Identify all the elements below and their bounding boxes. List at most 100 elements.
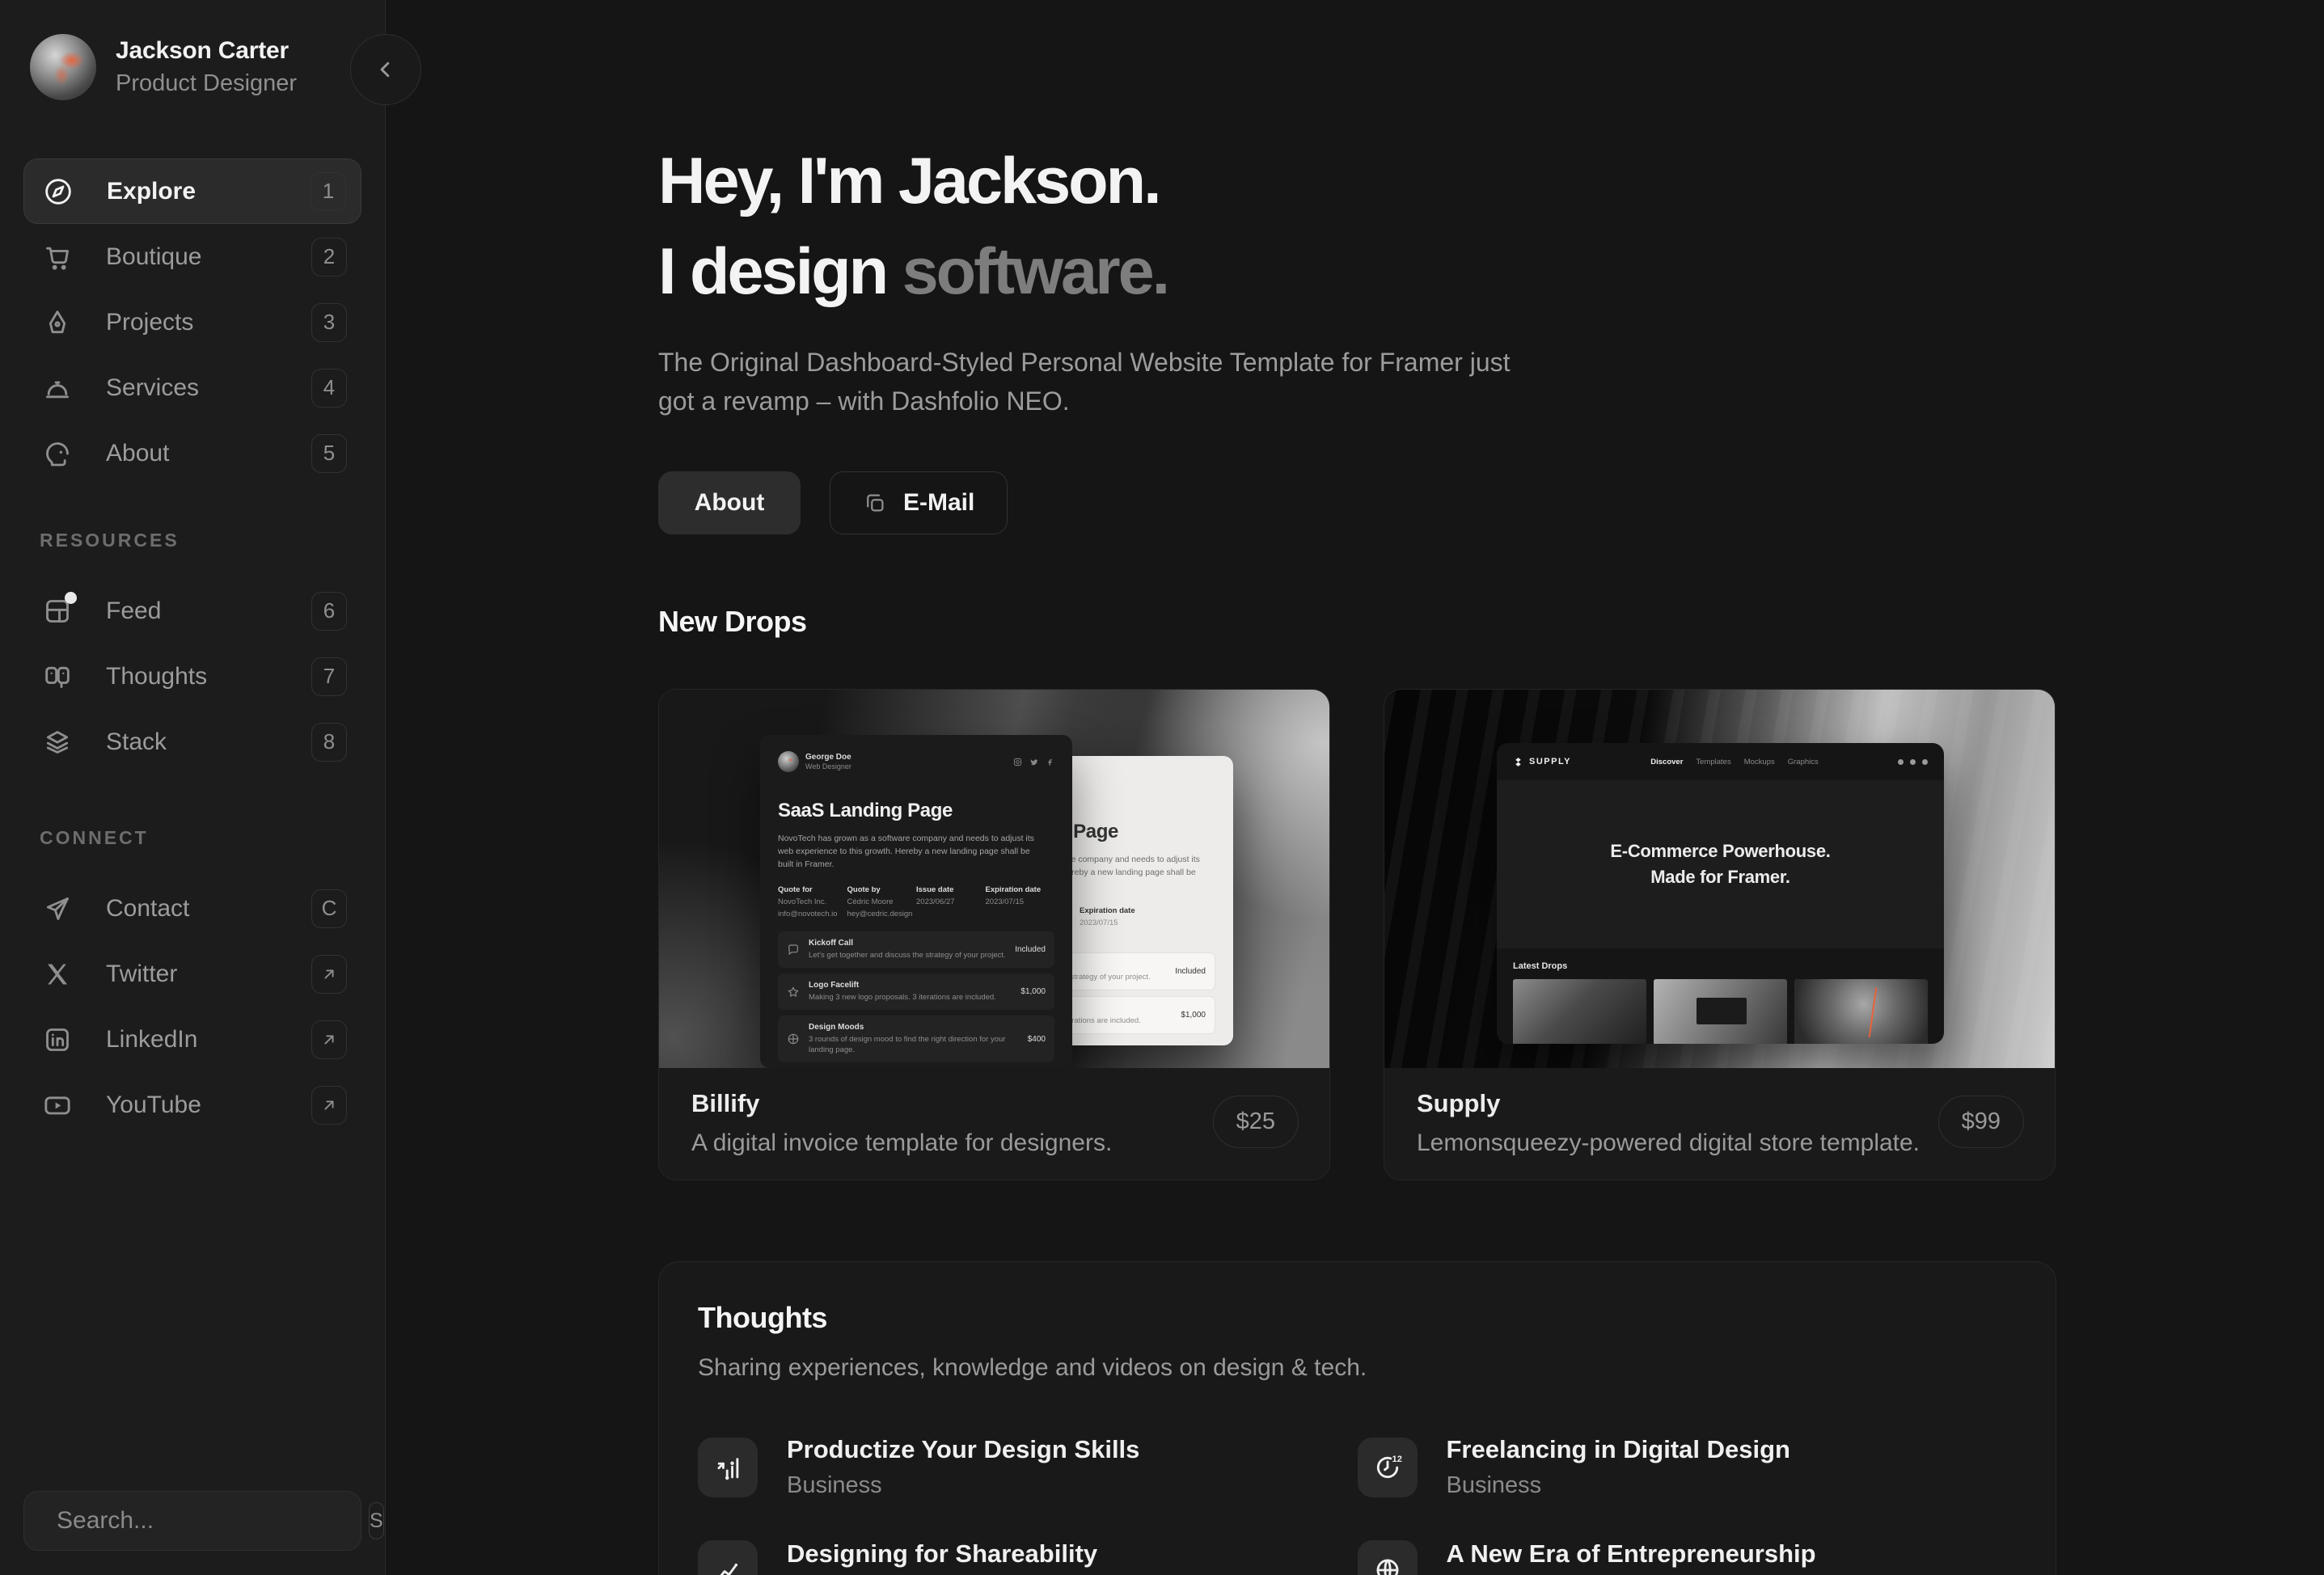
- supply-thumbnails: [1497, 979, 1944, 1044]
- resources-nav: Feed 6 Thoughts 7 Stack 8: [23, 578, 361, 775]
- bell-icon: [41, 372, 74, 404]
- invoice-title: SaaS Landing Page: [778, 800, 953, 821]
- pen-nib-icon: [41, 306, 74, 339]
- email-button[interactable]: E-Mail: [830, 471, 1008, 534]
- svg-text:12: 12: [1392, 1454, 1401, 1463]
- profile-name: Jackson Carter: [116, 37, 289, 64]
- clock-12-icon: 12: [1357, 1437, 1418, 1497]
- x-icon: [41, 958, 74, 990]
- billify-card-footer: Billify A digital invoice template for d…: [659, 1068, 1329, 1180]
- connect-nav: Contact C Twitter LinkedIn YouTube: [23, 876, 361, 1138]
- thought-title: Designing for Shareability: [787, 1539, 1098, 1568]
- product-description: A digital invoice template for designers…: [691, 1130, 1113, 1156]
- face-icon: [41, 437, 74, 470]
- sidebar-item-boutique[interactable]: Boutique 2: [23, 224, 361, 289]
- compass-icon: [42, 175, 74, 208]
- sidebar: Jackson Carter Product Designer Explore …: [0, 0, 386, 1575]
- send-icon: [41, 893, 74, 925]
- shortcut-badge: 6: [311, 591, 347, 631]
- supply-nav: Discover Templates Mockups Graphics: [1650, 757, 1819, 766]
- sidebar-item-services[interactable]: Services 4: [23, 355, 361, 420]
- about-button[interactable]: About: [658, 471, 801, 534]
- thumbnail-portrait: [1794, 979, 1928, 1044]
- supply-logo-text: SUPPLY: [1529, 757, 1572, 766]
- external-link-badge: [311, 1020, 347, 1059]
- twitter-icon: [1030, 758, 1038, 765]
- sidebar-item-label: Boutique: [106, 243, 202, 270]
- sidebar-item-stack[interactable]: Stack 8: [23, 709, 361, 775]
- search-bar[interactable]: S: [23, 1491, 384, 1551]
- facebook-icon: [1048, 758, 1052, 766]
- thought-item[interactable]: 12 Freelancing in Digital Design Busines…: [1357, 1435, 2018, 1499]
- thought-category: Business: [787, 1472, 882, 1498]
- arrow-up-right-icon: [324, 969, 334, 978]
- shortcut-badge: 1: [311, 171, 346, 211]
- sidebar-item-label: YouTube: [106, 1091, 201, 1118]
- thought-category: Business: [1446, 1472, 1542, 1498]
- sidebar-item-label: LinkedIn: [106, 1025, 198, 1053]
- hero-title-line2: I design: [658, 235, 889, 308]
- shortcut-badge: 5: [311, 433, 347, 473]
- thoughts-subtitle: Sharing experiences, knowledge and video…: [698, 1354, 1367, 1381]
- sidebar-item-twitter[interactable]: Twitter: [23, 941, 361, 1007]
- product-card-billify[interactable]: George Doe Web Designer SaaS Landing Pag…: [658, 689, 1330, 1180]
- connect-section-label: CONNECT: [40, 827, 149, 848]
- palette-icon: [788, 1033, 799, 1045]
- billify-preview-image: George Doe Web Designer SaaS Landing Pag…: [659, 690, 1329, 1068]
- notification-dot: [65, 591, 77, 604]
- arrow-up-right-icon: [324, 1035, 334, 1044]
- sidebar-item-projects[interactable]: Projects 3: [23, 289, 361, 355]
- star-icon: [788, 986, 799, 997]
- sidebar-item-youtube[interactable]: YouTube: [23, 1072, 361, 1138]
- sidebar-item-contact[interactable]: Contact C: [23, 876, 361, 941]
- product-card-supply[interactable]: SUPPLY Discover Templates Mockups Graphi…: [1384, 689, 2056, 1180]
- journal-icon: [41, 661, 74, 693]
- sidebar-item-explore[interactable]: Explore 1: [23, 158, 361, 224]
- profile[interactable]: Jackson Carter Product Designer: [30, 34, 297, 100]
- invoice-author-role: Web Designer: [805, 762, 851, 771]
- search-shortcut-badge: S: [369, 1502, 384, 1539]
- cart-icon: [41, 241, 74, 273]
- product-description: Lemonsqueezy-powered digital store templ…: [1417, 1130, 1920, 1156]
- sidebar-item-label: Contact: [106, 894, 190, 922]
- supply-social-icons: [1898, 758, 1928, 765]
- thought-title: Productize Your Design Skills: [787, 1435, 1140, 1463]
- hero-title-accent: software.: [902, 235, 1171, 308]
- layers-icon: [41, 726, 74, 758]
- profile-role: Product Designer: [116, 70, 298, 96]
- supply-site-mockup: SUPPLY Discover Templates Mockups Graphi…: [1497, 743, 1944, 1044]
- thoughts-panel: Thoughts Sharing experiences, knowledge …: [658, 1261, 2056, 1575]
- linkedin-icon: [41, 1024, 74, 1056]
- invoice-description: NovoTech has grown as a software company…: [778, 834, 1034, 869]
- hero-title-line1: Hey, I'm Jackson.: [658, 145, 1162, 217]
- sidebar-item-label: Stack: [106, 728, 167, 755]
- sidebar-item-feed[interactable]: Feed 6: [23, 578, 361, 644]
- thought-item[interactable]: Designing for Shareability: [698, 1539, 1358, 1575]
- thoughts-heading: Thoughts: [698, 1301, 827, 1334]
- thumbnail-keyboard: [1513, 979, 1646, 1044]
- sidebar-item-linkedin[interactable]: LinkedIn: [23, 1007, 361, 1072]
- chevron-left-icon: [380, 61, 390, 78]
- sidebar-item-label: Twitter: [106, 960, 178, 987]
- new-drops-cards: George Doe Web Designer SaaS Landing Pag…: [658, 689, 2056, 1180]
- avatar: [778, 751, 799, 772]
- thought-item[interactable]: A New Era of Entrepreneurship: [1357, 1539, 2018, 1575]
- sidebar-item-label: Explore: [107, 177, 196, 205]
- thought-title: Freelancing in Digital Design: [1446, 1435, 1790, 1463]
- sidebar-collapse-button[interactable]: [350, 34, 421, 105]
- chat-icon: [788, 944, 798, 955]
- share-graph-icon: [698, 1539, 758, 1575]
- main-content: Hey, I'm Jackson. I design software. The…: [387, 0, 2324, 1575]
- supply-hero: E-Commerce Powerhouse. Made for Framer.: [1497, 780, 1944, 948]
- copy-icon: [863, 491, 887, 515]
- search-input[interactable]: [57, 1507, 369, 1535]
- sidebar-item-about[interactable]: About 5: [23, 420, 361, 486]
- sidebar-item-thoughts[interactable]: Thoughts 7: [23, 644, 361, 709]
- arrow-up-right-icon: [324, 1100, 334, 1109]
- invoice-author: George Doe: [805, 753, 851, 762]
- thought-title: A New Era of Entrepreneurship: [1446, 1539, 1816, 1568]
- supply-card-footer: Supply Lemonsqueezy-powered digital stor…: [1384, 1068, 2055, 1180]
- resources-section-label: RESOURCES: [40, 530, 180, 551]
- thoughts-list: Productize Your Design Skills Business 1…: [698, 1435, 2017, 1575]
- thought-item[interactable]: Productize Your Design Skills Business: [698, 1435, 1358, 1499]
